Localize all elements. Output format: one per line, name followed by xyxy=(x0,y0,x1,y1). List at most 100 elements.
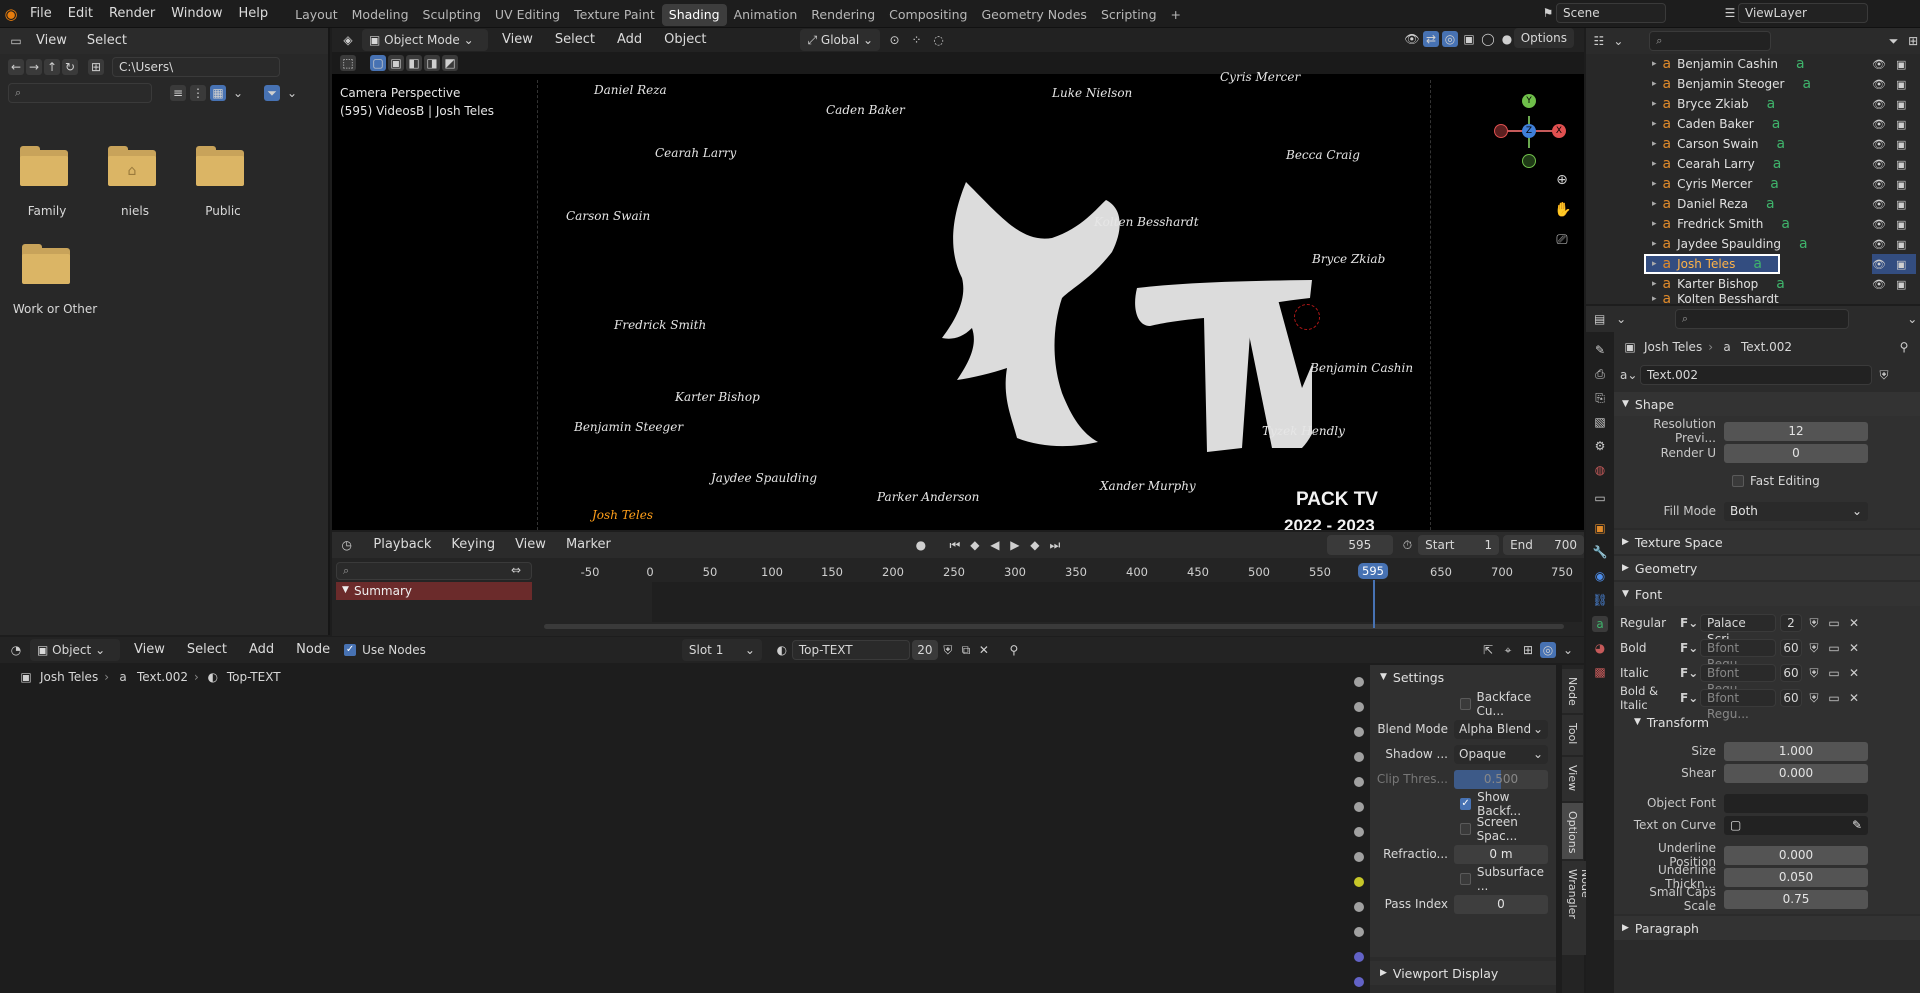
font-icon[interactable]: F⌄ xyxy=(1680,615,1698,631)
node-socket-color[interactable] xyxy=(1354,877,1364,887)
font-bold-name[interactable]: Bfont Regu... xyxy=(1700,638,1776,671)
text-object-selected[interactable]: Josh Teles xyxy=(592,508,653,522)
outliner-item[interactable]: ▸ a Daniel Reza a xyxy=(1586,194,1920,214)
tab-tool[interactable]: Tool xyxy=(1562,715,1583,755)
transform-subpanel-header[interactable]: ▼ Transform xyxy=(1614,710,1920,734)
text-object[interactable]: Benjamin Steeger xyxy=(574,420,683,434)
texture-tab-icon[interactable]: ▩ xyxy=(1592,664,1608,680)
parent-dir-icon[interactable]: ↑ xyxy=(44,59,60,75)
folder-item-work-or-other[interactable]: Work or Other xyxy=(10,244,100,316)
expand-icon[interactable]: ▼ xyxy=(342,585,349,595)
fake-user-icon[interactable]: ⛨ xyxy=(1806,640,1822,656)
render-tab-icon[interactable]: ⎙ xyxy=(1592,366,1608,382)
font-icon[interactable]: F⌄ xyxy=(1680,665,1698,681)
camera-icon[interactable]: ▣ xyxy=(1896,178,1906,191)
horizontal-scrollbar[interactable] xyxy=(544,624,1564,629)
gizmo-z[interactable]: Z xyxy=(1522,124,1536,138)
play-icon[interactable]: ▶ xyxy=(1007,537,1023,553)
fb-menu-select[interactable]: Select xyxy=(79,28,135,54)
camera-icon[interactable]: ▣ xyxy=(1896,98,1906,111)
3d-viewport[interactable]: ◈ ▣ Object Mode ⌄ View Select Add Object… xyxy=(332,28,1584,530)
menu-render[interactable]: Render xyxy=(101,0,163,28)
select-subtract-icon[interactable]: ◧ xyxy=(406,55,422,71)
node-socket[interactable] xyxy=(1354,677,1364,687)
text-on-curve-field[interactable]: ▢ ✎ xyxy=(1724,815,1868,835)
outliner-item[interactable]: ▸ a Jaydee Spaulding a xyxy=(1586,234,1920,254)
snap-icon[interactable]: ⁘ xyxy=(908,32,924,48)
font-regular-name[interactable]: Palace Scri... xyxy=(1700,613,1776,646)
add-workspace-button[interactable]: + xyxy=(1164,4,1188,26)
select-invert-icon[interactable]: ◨ xyxy=(424,55,440,71)
subsurface-checkbox[interactable] xyxy=(1460,873,1471,885)
view-layer-tab-icon[interactable]: ▧ xyxy=(1592,414,1608,430)
material-icon[interactable]: ◐ xyxy=(774,642,790,658)
ne-menu-select[interactable]: Select xyxy=(179,637,235,663)
eye-icon[interactable]: 👁 xyxy=(1872,278,1886,291)
list-horizontal-icon[interactable]: ⋮ xyxy=(190,85,206,101)
camera-icon[interactable]: ▣ xyxy=(1896,58,1906,71)
fb-menu-view[interactable]: View xyxy=(28,28,75,54)
text-object[interactable]: Caden Baker xyxy=(826,103,905,117)
prev-keyframe-icon[interactable]: ◆ xyxy=(967,537,983,553)
eye-icon[interactable]: 👁 xyxy=(1872,138,1886,151)
fake-user-icon[interactable]: ⛨ xyxy=(1876,367,1892,383)
camera-icon[interactable]: ▣ xyxy=(1896,238,1906,251)
node-socket[interactable] xyxy=(1354,927,1364,937)
node-socket-vector[interactable] xyxy=(1354,977,1364,987)
snap-node-icon[interactable]: ⌖ xyxy=(1500,642,1516,658)
material-name-field[interactable]: Top-TEXT xyxy=(791,640,910,660)
zoom-icon[interactable]: ⊕ xyxy=(1554,172,1570,188)
breadcrumb-data[interactable]: Text.002 xyxy=(137,670,188,684)
tab-geometry-nodes[interactable]: Geometry Nodes xyxy=(975,4,1094,26)
outliner-item[interactable]: ▸ a Cyris Mercer a xyxy=(1586,174,1920,194)
unlink-icon[interactable]: ✕ xyxy=(1846,665,1862,681)
forward-icon[interactable]: → xyxy=(26,59,42,75)
text-object[interactable]: Parker Anderson xyxy=(877,490,979,504)
menu-file[interactable]: File xyxy=(22,0,60,28)
show-backface-checkbox[interactable]: ✓ xyxy=(1460,798,1472,810)
output-tab-icon[interactable]: ⎘ xyxy=(1592,390,1608,406)
mode-dropdown[interactable]: ▣ Object Mode ⌄ xyxy=(362,29,488,51)
tl-menu-view[interactable]: View xyxy=(507,532,554,558)
node-socket[interactable] xyxy=(1354,777,1364,787)
fast-editing-row[interactable]: Fast Editing xyxy=(1614,470,1920,492)
underline-thickness-field[interactable]: 0.050 xyxy=(1724,867,1868,887)
node-socket[interactable] xyxy=(1354,702,1364,712)
collection-tab-icon[interactable]: ▭ xyxy=(1592,490,1608,506)
outliner-item-selected[interactable]: ▸ a Josh Teles a xyxy=(1644,254,1780,274)
text-object[interactable]: Tyzek Hendly xyxy=(1262,424,1345,438)
world-tab-icon[interactable]: ◍ xyxy=(1592,462,1608,478)
small-caps-field[interactable]: 0.75 xyxy=(1724,889,1868,909)
filter-icon[interactable]: ⏷ xyxy=(264,85,280,101)
editor-type-icon[interactable]: ☷ xyxy=(1592,33,1606,49)
vp-menu-object[interactable]: Object xyxy=(656,28,714,52)
viewlayer-selector[interactable]: ☰ ViewLayer xyxy=(1722,3,1868,23)
editor-type-icon[interactable]: ▭ xyxy=(8,33,24,49)
modifier-tab-icon[interactable]: 🔧 xyxy=(1592,544,1608,560)
jump-start-icon[interactable]: ⏮ xyxy=(947,537,963,553)
pin-icon[interactable]: ⚲ xyxy=(1896,339,1912,355)
fb-search-input[interactable]: ⌕ xyxy=(8,83,152,103)
dropdown-icon[interactable]: ⌄ xyxy=(1613,311,1628,327)
fast-editing-checkbox[interactable] xyxy=(1732,475,1744,487)
select-extend-icon[interactable]: ▣ xyxy=(388,55,404,71)
new-collection-icon[interactable]: ⊞ xyxy=(1906,33,1920,49)
play-reverse-icon[interactable]: ◀ xyxy=(987,537,1003,553)
pass-index-field[interactable]: 0 xyxy=(1454,894,1548,914)
font-regular-users[interactable]: 2 xyxy=(1780,613,1802,632)
pack-years[interactable]: 2022 - 2023 xyxy=(1284,516,1375,530)
eye-icon[interactable]: 👁 xyxy=(1872,218,1886,231)
outliner-item[interactable]: ▸ a Carson Swain a xyxy=(1586,134,1920,154)
blender-logo-icon[interactable]: ◉ xyxy=(0,5,22,23)
viewlayer-name[interactable]: ViewLayer xyxy=(1738,3,1868,23)
unlink-icon[interactable]: ✕ xyxy=(1846,640,1862,656)
tab-compositing[interactable]: Compositing xyxy=(882,4,974,26)
open-file-icon[interactable]: ▭ xyxy=(1826,665,1842,681)
open-file-icon[interactable]: ▭ xyxy=(1826,615,1842,631)
camera-icon[interactable]: ▣ xyxy=(1896,78,1906,91)
eye-icon[interactable]: 👁 xyxy=(1872,238,1886,251)
slot-dropdown[interactable]: Slot 1 ⌄ xyxy=(681,639,762,661)
node-socket[interactable] xyxy=(1354,752,1364,762)
material-users[interactable]: 20 xyxy=(911,640,938,660)
camera-view-icon[interactable]: ⎚ xyxy=(1554,232,1570,248)
